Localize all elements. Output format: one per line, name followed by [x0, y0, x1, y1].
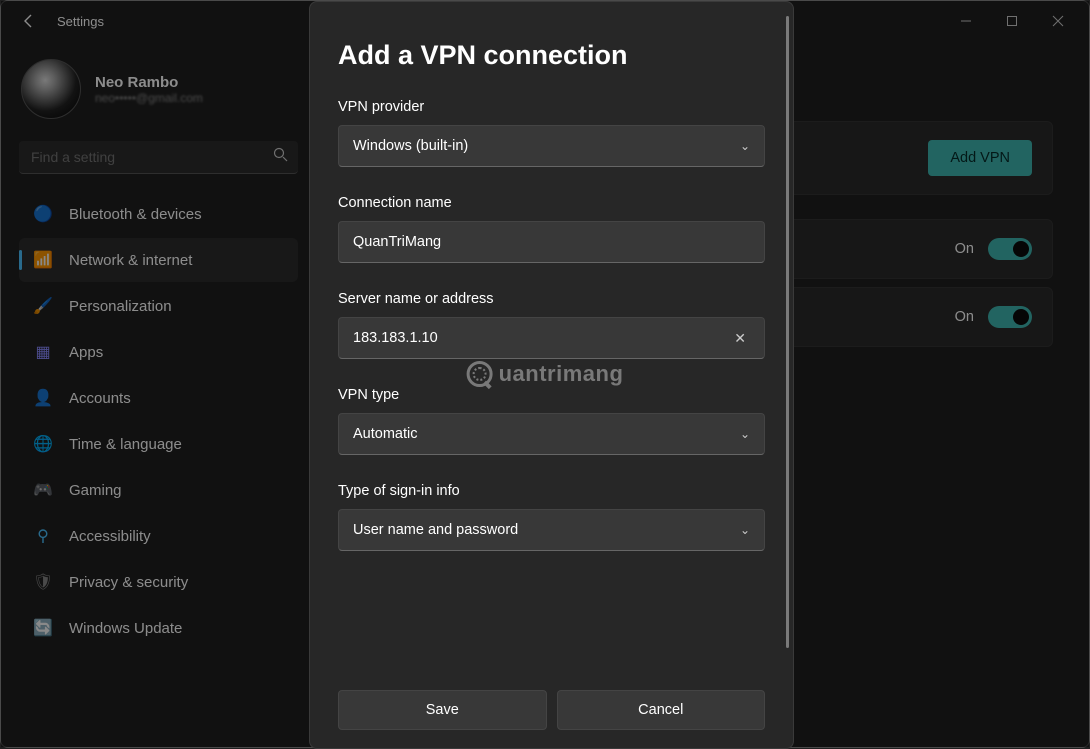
- modal-footer: Save Cancel: [338, 676, 765, 730]
- connection-name-label: Connection name: [338, 195, 765, 211]
- save-button[interactable]: Save: [338, 690, 547, 730]
- signin-type-select[interactable]: User name and password ⌄: [338, 509, 765, 551]
- chevron-down-icon: ⌄: [740, 523, 750, 537]
- clear-input-button[interactable]: ✕: [730, 330, 750, 347]
- signin-type-label: Type of sign-in info: [338, 483, 765, 499]
- server-address-field[interactable]: [353, 330, 730, 346]
- vpn-type-value: Automatic: [353, 426, 417, 442]
- vpn-provider-value: Windows (built-in): [353, 138, 468, 154]
- modal-title: Add a VPN connection: [338, 40, 765, 71]
- signin-type-value: User name and password: [353, 522, 518, 538]
- modal-scrollbar[interactable]: [786, 16, 789, 648]
- chevron-down-icon: ⌄: [740, 139, 750, 153]
- server-address-input[interactable]: ✕: [338, 317, 765, 359]
- vpn-provider-label: VPN provider: [338, 99, 765, 115]
- connection-name-field[interactable]: [353, 234, 750, 250]
- add-vpn-modal: Add a VPN connection VPN provider Window…: [309, 1, 794, 749]
- chevron-down-icon: ⌄: [740, 427, 750, 441]
- connection-name-input[interactable]: [338, 221, 765, 263]
- vpn-provider-select[interactable]: Windows (built-in) ⌄: [338, 125, 765, 167]
- cancel-button[interactable]: Cancel: [557, 690, 766, 730]
- vpn-type-select[interactable]: Automatic ⌄: [338, 413, 765, 455]
- server-address-label: Server name or address: [338, 291, 765, 307]
- vpn-type-label: VPN type: [338, 387, 765, 403]
